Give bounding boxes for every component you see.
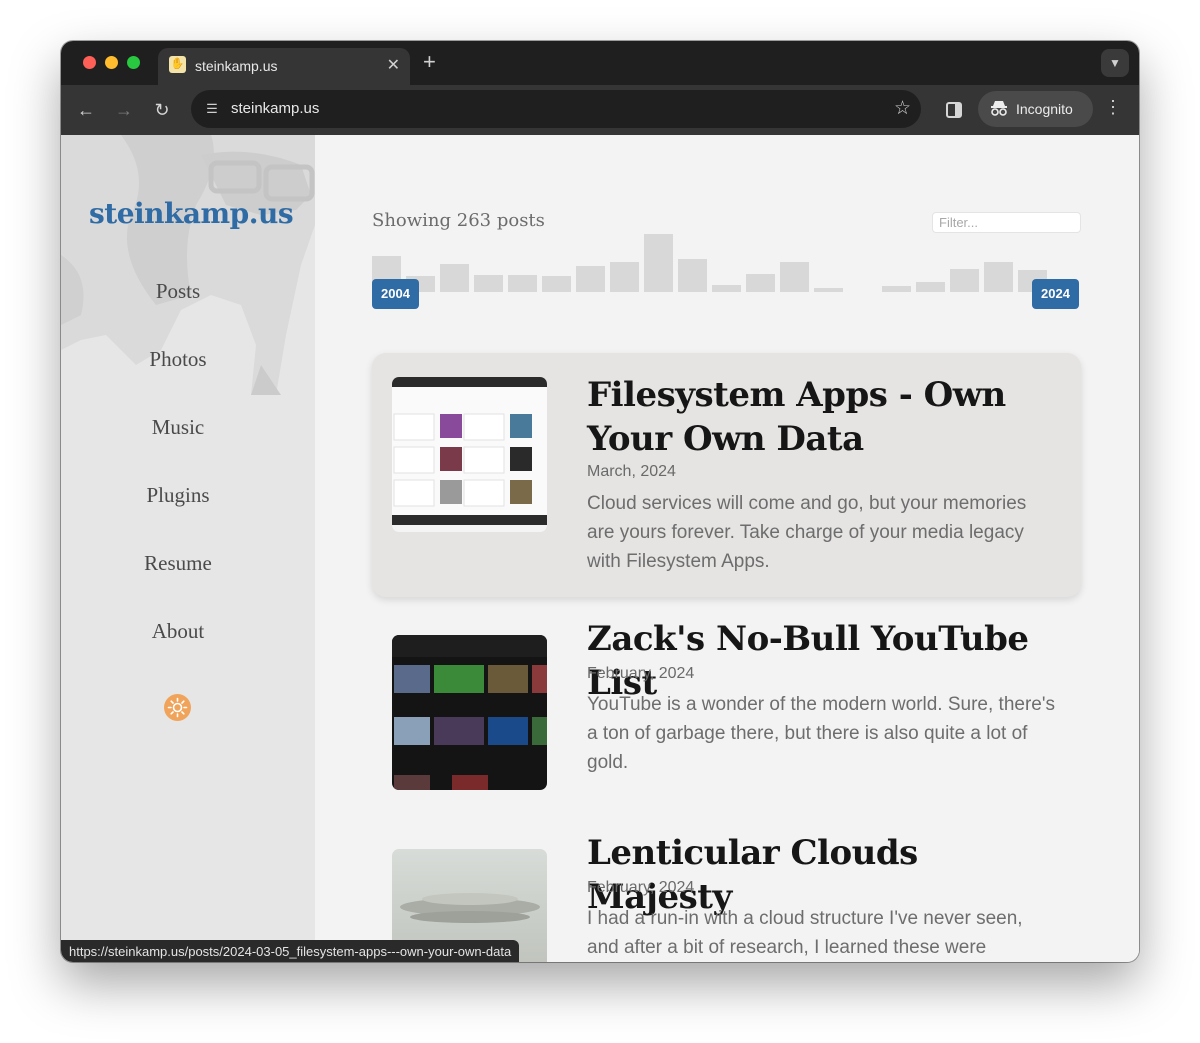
- histogram-bar[interactable]: [576, 266, 605, 292]
- new-tab-plus-icon[interactable]: +: [423, 49, 436, 75]
- histogram-bar[interactable]: [678, 259, 707, 292]
- histogram-bar[interactable]: [916, 282, 945, 292]
- post-card[interactable]: Filesystem Apps - Own Your Own Data Marc…: [372, 353, 1081, 597]
- url-text[interactable]: steinkamp.us: [231, 100, 319, 117]
- main-content: Showing 263 posts 2004 2024: [315, 135, 1139, 962]
- web-page: steinkamp.us Posts Photos Music Plugins …: [61, 135, 1139, 962]
- nav-photos[interactable]: Photos: [61, 347, 295, 372]
- post-histogram[interactable]: [372, 233, 1081, 295]
- histogram-bar[interactable]: [746, 274, 775, 292]
- post-title[interactable]: Filesystem Apps - Own Your Own Data: [587, 373, 1072, 461]
- incognito-indicator[interactable]: Incognito: [978, 91, 1093, 127]
- browser-toolbar: ← → ↻ ☰ steinkamp.us ☆ Incognito ⋮: [61, 85, 1139, 135]
- sidebar: steinkamp.us Posts Photos Music Plugins …: [61, 135, 315, 962]
- post-card[interactable]: Zack's No-Bull YouTube List February, 20…: [372, 617, 1081, 797]
- zoom-window-button[interactable]: [127, 56, 140, 69]
- close-icon[interactable]: ✕: [387, 55, 400, 75]
- post-thumbnail[interactable]: [392, 377, 547, 532]
- year-end-badge[interactable]: 2024: [1032, 279, 1079, 309]
- browser-window: ✋ steinkamp.us ✕ + ▼ ← → ↻ ☰ steinkamp.u…: [61, 41, 1139, 962]
- tab-steinkamp[interactable]: ✋ steinkamp.us ✕: [158, 48, 410, 85]
- status-bar-url: https://steinkamp.us/posts/2024-03-05_fi…: [61, 940, 520, 962]
- theme-toggle-sun-icon[interactable]: [164, 694, 191, 721]
- close-window-button[interactable]: [83, 56, 96, 69]
- back-arrow-icon[interactable]: ←: [73, 97, 99, 123]
- side-panel-icon[interactable]: [941, 97, 967, 123]
- histogram-bar[interactable]: [644, 234, 673, 292]
- tab-title: steinkamp.us: [195, 58, 278, 74]
- histogram-bar[interactable]: [508, 275, 537, 292]
- site-brand-link[interactable]: steinkamp.us: [89, 197, 294, 230]
- nav-plugins[interactable]: Plugins: [61, 483, 295, 508]
- post-thumbnail[interactable]: [392, 635, 547, 790]
- nav-resume[interactable]: Resume: [61, 551, 295, 576]
- histogram-bar[interactable]: [882, 286, 911, 292]
- chevron-down-icon[interactable]: ▼: [1101, 49, 1129, 77]
- nav-posts[interactable]: Posts: [61, 279, 295, 304]
- more-menu-icon[interactable]: ⋮: [1103, 97, 1123, 118]
- histogram-bar[interactable]: [950, 269, 979, 292]
- post-summary: I had a run-in with a cloud structure I'…: [587, 908, 1023, 958]
- address-bar[interactable]: ☰ steinkamp.us ☆: [191, 90, 921, 128]
- post-date: February, 2024: [587, 665, 695, 682]
- post-date: March, 2024: [587, 463, 676, 480]
- minimize-window-button[interactable]: [105, 56, 118, 69]
- tab-strip: ✋ steinkamp.us ✕ + ▼: [61, 41, 1139, 85]
- filter-input[interactable]: [932, 212, 1081, 233]
- histogram-bar[interactable]: [542, 276, 571, 292]
- histogram-bar[interactable]: [780, 262, 809, 292]
- nav-music[interactable]: Music: [61, 415, 295, 440]
- site-settings-icon[interactable]: ☰: [201, 98, 223, 120]
- forward-arrow-icon[interactable]: →: [111, 97, 137, 123]
- waving-hand-icon: ✋: [169, 56, 186, 73]
- histogram-bar[interactable]: [440, 264, 469, 292]
- reload-icon[interactable]: ↻: [149, 97, 175, 123]
- incognito-label: Incognito: [1016, 101, 1073, 117]
- incognito-icon: [990, 100, 1008, 120]
- bookmark-star-icon[interactable]: ☆: [894, 97, 911, 120]
- histogram-bar[interactable]: [984, 262, 1013, 292]
- year-start-badge[interactable]: 2004: [372, 279, 419, 309]
- histogram-bar[interactable]: [814, 288, 843, 292]
- post-count: Showing 263 posts: [372, 210, 545, 231]
- post-summary: Cloud services will come and go, but you…: [587, 493, 1027, 572]
- histogram-bar[interactable]: [474, 275, 503, 292]
- post-summary: YouTube is a wonder of the modern world.…: [587, 694, 1055, 773]
- nav-about[interactable]: About: [61, 619, 295, 644]
- histogram-bar[interactable]: [610, 262, 639, 292]
- histogram-bar[interactable]: [712, 285, 741, 292]
- post-date: February, 2024: [587, 879, 695, 896]
